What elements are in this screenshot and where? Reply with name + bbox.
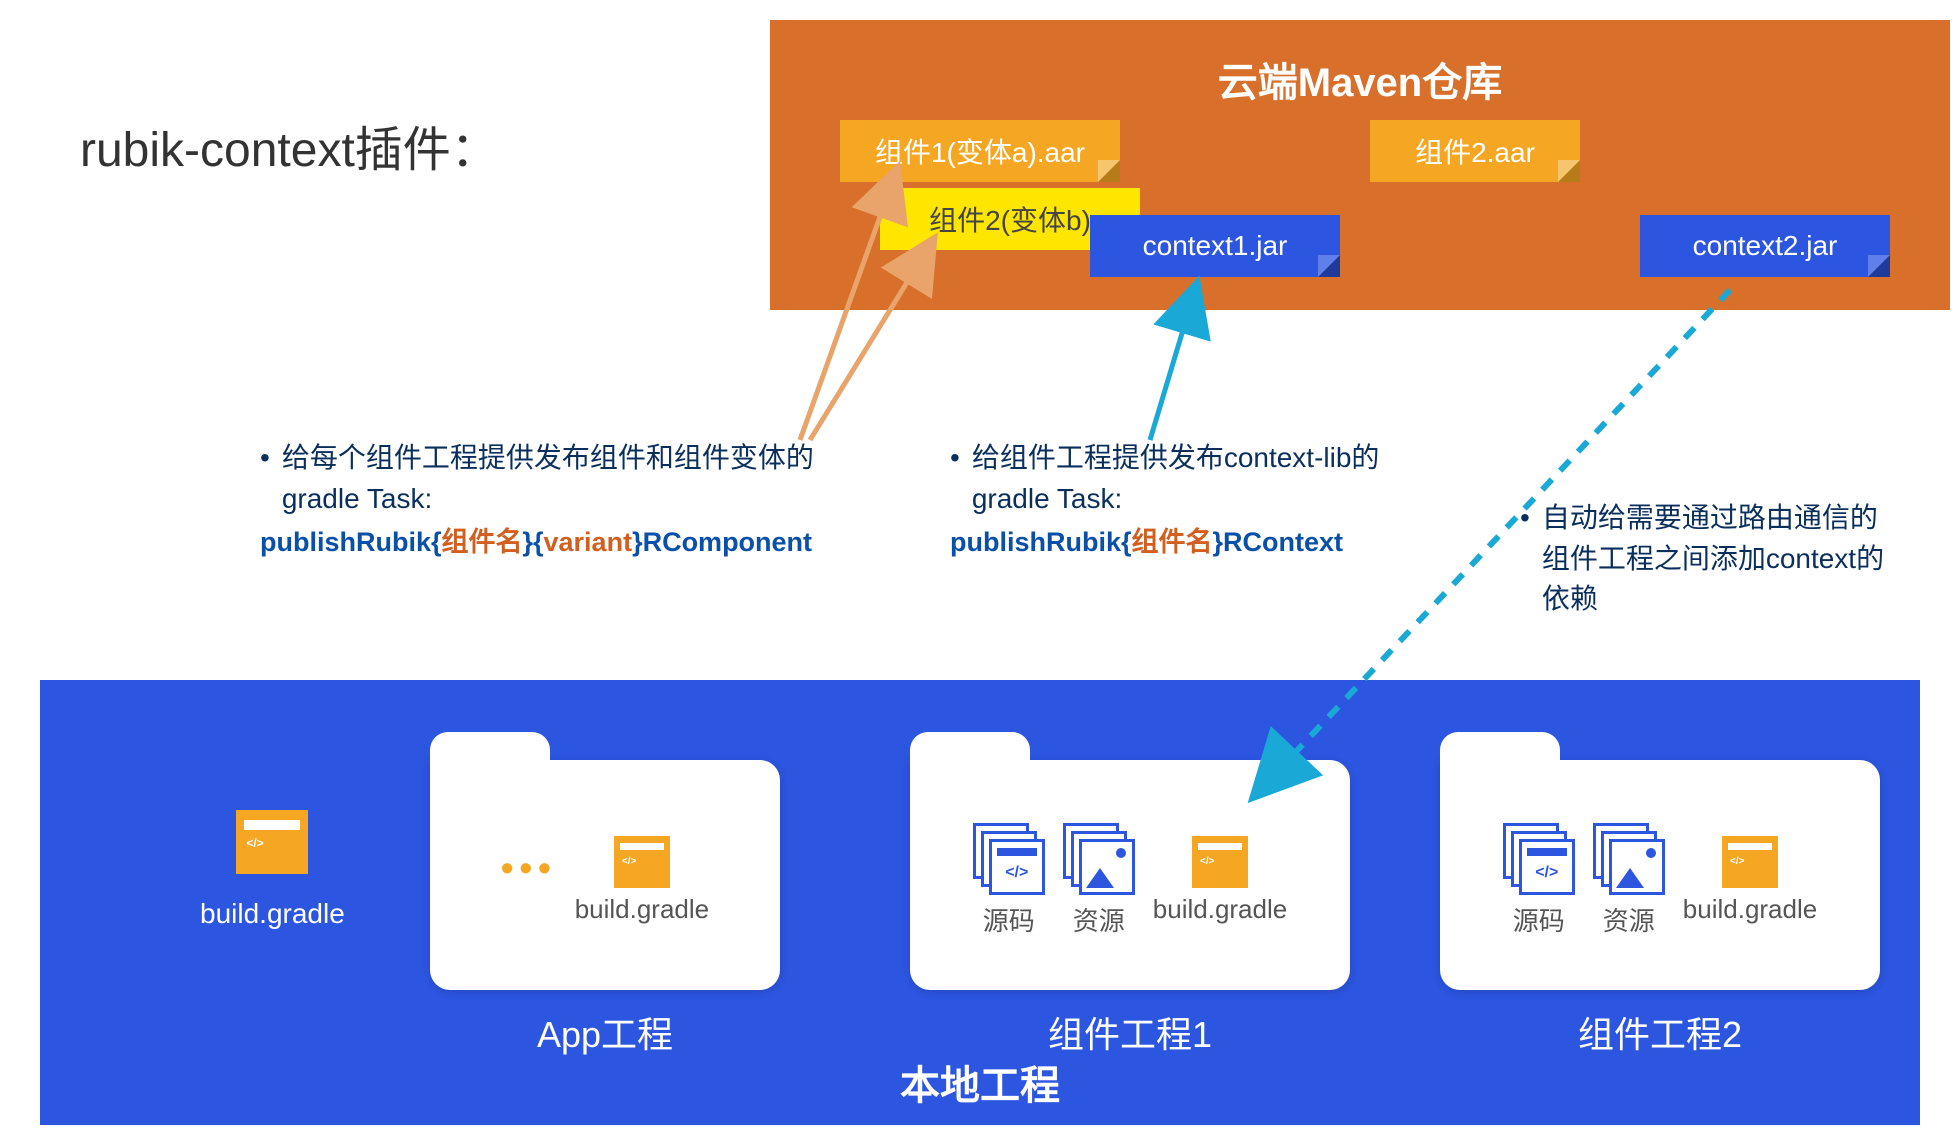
source-item: </> 源码 <box>973 823 1045 938</box>
note-label: context2.jar <box>1693 230 1838 262</box>
maven-repo-box: 云端Maven仓库 组件1(变体a).aar 组件2.aar 组件2(变体b) … <box>770 20 1950 310</box>
folder-icon: ••• </> build.gradle <box>430 760 780 990</box>
folder-title: 组件工程1 <box>910 1006 1350 1058</box>
bullet-dot-icon: • <box>260 438 270 519</box>
code-glyph-icon: </> <box>1200 856 1214 867</box>
file-label: build.gradle <box>1683 894 1817 925</box>
item-label: 源码 <box>983 901 1035 938</box>
task-publish-component: publishRubik{组件名}{variant}RComponent <box>260 523 860 562</box>
page-title: rubik-context插件： <box>80 110 499 180</box>
bullet-dot-icon: • <box>1520 498 1530 620</box>
item-label: 资源 <box>1603 901 1655 938</box>
build-gradle-item: </> build.gradle <box>1683 836 1817 925</box>
task-placeholder-component: 组件名 <box>442 527 523 557</box>
task-publish-context: publishRubik{组件名}RContext <box>950 523 1430 562</box>
folder-title: 组件工程2 <box>1440 1006 1880 1058</box>
task-segment: publishRubik{ <box>950 527 1132 557</box>
folder-component-project-1: </> 源码 资源 </> build.gradle <box>910 760 1350 1058</box>
local-project-title: 本地工程 <box>900 1053 1060 1111</box>
maven-repo-title: 云端Maven仓库 <box>1218 50 1503 108</box>
note-fold-icon <box>1098 160 1120 182</box>
task-placeholder-variant: variant <box>544 527 633 557</box>
item-label: 源码 <box>1513 901 1565 938</box>
folder-tab-icon <box>910 732 1030 762</box>
bullet-text: 给组件工程提供发布context-lib的gradle Task: <box>972 438 1430 519</box>
note-label: 组件2.aar <box>1415 131 1535 171</box>
ellipsis-icon: ••• <box>501 835 557 889</box>
note-context2-jar: context2.jar <box>1640 215 1890 277</box>
task-segment: }RComponent <box>632 527 812 557</box>
resource-stack-icon <box>1593 823 1665 895</box>
resource-item: 资源 <box>1593 823 1665 938</box>
code-glyph-icon: </> <box>246 836 263 850</box>
bullet-dot-icon: • <box>950 438 960 519</box>
folder-tab-icon <box>430 732 550 762</box>
root-build-gradle: </> build.gradle <box>200 810 345 930</box>
task-segment: }RContext <box>1213 527 1344 557</box>
file-label: build.gradle <box>575 894 709 925</box>
note-context1-jar: context1.jar <box>1090 215 1340 277</box>
source-item: </> 源码 <box>1503 823 1575 938</box>
code-glyph-icon: </> <box>622 856 636 867</box>
bullet-text: 自动给需要通过路由通信的组件工程之间添加context的依赖 <box>1542 498 1900 620</box>
resource-item: 资源 <box>1063 823 1135 938</box>
folder-icon: </> 源码 资源 </> build.gradle <box>1440 760 1880 990</box>
note-label: context1.jar <box>1143 230 1288 262</box>
note-comp2-aar: 组件2.aar <box>1370 120 1580 182</box>
bullet-publish-context: •给组件工程提供发布context-lib的gradle Task: publi… <box>950 438 1430 562</box>
build-gradle-item: </> build.gradle <box>575 836 709 925</box>
gradle-file-icon: </> <box>614 836 670 888</box>
arrow-to-context1-jar <box>1150 290 1195 440</box>
note-label: 组件2(变体b) <box>929 199 1091 239</box>
build-gradle-item: </> build.gradle <box>1153 836 1287 925</box>
note-label: 组件1(变体a).aar <box>875 131 1085 171</box>
note-comp1-variant-a-aar: 组件1(变体a).aar <box>840 120 1120 182</box>
bullet-text: 给每个组件工程提供发布组件和组件变体的gradle Task: <box>282 438 860 519</box>
gradle-file-icon: </> <box>1192 836 1248 888</box>
folder-app-project: ••• </> build.gradle App工程 <box>430 760 780 1058</box>
folder-title: App工程 <box>430 1006 780 1058</box>
task-placeholder-component: 组件名 <box>1132 527 1213 557</box>
source-stack-icon: </> <box>1503 823 1575 895</box>
task-segment: }{ <box>523 527 544 557</box>
file-label: build.gradle <box>200 898 345 930</box>
gradle-file-icon: </> <box>236 810 308 874</box>
file-label: build.gradle <box>1153 894 1287 925</box>
local-project-box: 本地工程 </> build.gradle ••• </> build.grad… <box>40 680 1920 1125</box>
folder-component-project-2: </> 源码 资源 </> build.gradle <box>1440 760 1880 1058</box>
item-label: 资源 <box>1073 901 1125 938</box>
source-stack-icon: </> <box>973 823 1045 895</box>
resource-stack-icon <box>1063 823 1135 895</box>
note-fold-icon <box>1558 160 1580 182</box>
gradle-file-icon: </> <box>1722 836 1778 888</box>
folder-icon: </> 源码 资源 </> build.gradle <box>910 760 1350 990</box>
folder-tab-icon <box>1440 732 1560 762</box>
note-fold-icon <box>1318 255 1340 277</box>
note-fold-icon <box>1868 255 1890 277</box>
spacer <box>525 895 532 926</box>
bullet-publish-component: •给每个组件工程提供发布组件和组件变体的gradle Task: publish… <box>260 438 860 562</box>
bullet-auto-context-dep: •自动给需要通过路由通信的组件工程之间添加context的依赖 <box>1520 498 1900 620</box>
task-segment: publishRubik{ <box>260 527 442 557</box>
ellipsis-placeholder: ••• <box>501 835 557 926</box>
code-glyph-icon: </> <box>1730 856 1744 867</box>
